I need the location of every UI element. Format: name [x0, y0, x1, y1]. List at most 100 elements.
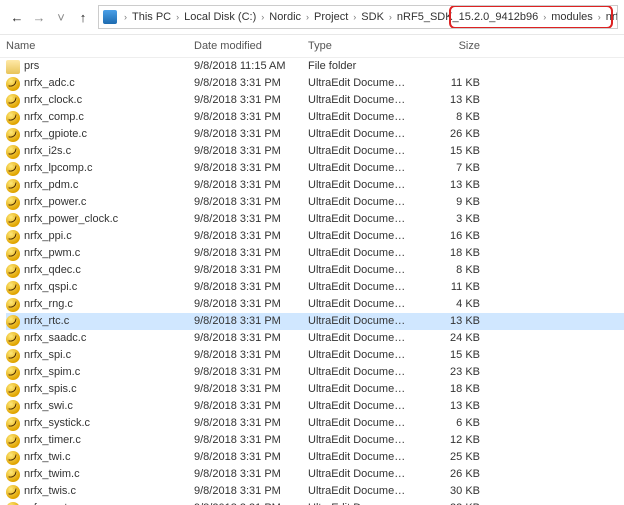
file-size-label: 13 KB: [420, 398, 480, 415]
file-icon: [6, 349, 20, 363]
header-date[interactable]: Date modified: [194, 40, 308, 52]
breadcrumb-segment[interactable]: nrfx: [604, 11, 618, 23]
file-name-label: nrfx_systick.c: [24, 415, 90, 432]
file-row[interactable]: nrfx_pwm.c9/8/2018 3:31 PMUltraEdit Docu…: [6, 245, 624, 262]
file-row[interactable]: nrfx_twis.c9/8/2018 3:31 PMUltraEdit Doc…: [6, 483, 624, 500]
file-name-label: nrfx_spi.c: [24, 347, 71, 364]
file-date-label: 9/8/2018 3:31 PM: [194, 160, 308, 177]
breadcrumb-segment[interactable]: SDK: [359, 11, 386, 23]
file-row[interactable]: nrfx_lpcomp.c9/8/2018 3:31 PMUltraEdit D…: [6, 160, 624, 177]
file-size-label: 26 KB: [420, 466, 480, 483]
file-row[interactable]: nrfx_timer.c9/8/2018 3:31 PMUltraEdit Do…: [6, 432, 624, 449]
file-name-label: nrfx_spis.c: [24, 381, 77, 398]
file-name-label: nrfx_ppi.c: [24, 228, 72, 245]
header-type[interactable]: Type: [308, 40, 420, 52]
file-row[interactable]: nrfx_rng.c9/8/2018 3:31 PMUltraEdit Docu…: [6, 296, 624, 313]
file-row[interactable]: nrfx_power.c9/8/2018 3:31 PMUltraEdit Do…: [6, 194, 624, 211]
file-icon: [6, 298, 20, 312]
file-row[interactable]: nrfx_twi.c9/8/2018 3:31 PMUltraEdit Docu…: [6, 449, 624, 466]
file-row[interactable]: nrfx_adc.c9/8/2018 3:31 PMUltraEdit Docu…: [6, 75, 624, 92]
file-size-label: 25 KB: [420, 449, 480, 466]
breadcrumb-segment[interactable]: This PC: [130, 11, 173, 23]
file-row[interactable]: nrfx_rtc.c9/8/2018 3:31 PMUltraEdit Docu…: [6, 313, 624, 330]
chevron-right-icon[interactable]: ›: [258, 12, 267, 22]
file-icon: [6, 366, 20, 380]
file-type-label: UltraEdit Docume…: [308, 364, 420, 381]
file-row[interactable]: nrfx_qdec.c9/8/2018 3:31 PMUltraEdit Doc…: [6, 262, 624, 279]
file-date-label: 9/8/2018 3:31 PM: [194, 330, 308, 347]
file-size-label: 11 KB: [420, 75, 480, 92]
file-type-label: UltraEdit Docume…: [308, 466, 420, 483]
nav-forward-button[interactable]: →: [28, 6, 50, 28]
file-icon: [6, 162, 20, 176]
header-name[interactable]: Name: [6, 40, 194, 52]
file-row[interactable]: nrfx_clock.c9/8/2018 3:31 PMUltraEdit Do…: [6, 92, 624, 109]
chevron-right-icon[interactable]: ›: [121, 12, 130, 22]
breadcrumb-segment[interactable]: Nordic: [267, 11, 303, 23]
file-row[interactable]: nrfx_spi.c 9/8/2018 3:31 PMUltraEdit Docu…: [6, 347, 624, 364]
chevron-right-icon[interactable]: ›: [386, 12, 395, 22]
file-row[interactable]: nrfx_swi.c9/8/2018 3:31 PMUltraEdit Docu…: [6, 398, 624, 415]
file-name-label: nrfx_qdec.c: [24, 262, 81, 279]
file-date-label: 9/8/2018 3:31 PM: [194, 296, 308, 313]
file-type-label: UltraEdit Docume…: [308, 194, 420, 211]
file-icon: [6, 111, 20, 125]
file-type-label: UltraEdit Docume…: [308, 177, 420, 194]
file-row[interactable]: nrfx_gpiote.c9/8/2018 3:31 PMUltraEdit D…: [6, 126, 624, 143]
file-row[interactable]: nrfx_spim.c9/8/2018 3:31 PMUltraEdit Doc…: [6, 364, 624, 381]
nav-dropdown-icon[interactable]: ˅: [50, 6, 72, 28]
file-row[interactable]: nrfx_systick.c9/8/2018 3:31 PMUltraEdit …: [6, 415, 624, 432]
file-type-label: UltraEdit Docume…: [308, 143, 420, 160]
breadcrumb-segment[interactable]: Local Disk (C:): [182, 11, 258, 23]
folder-icon: [6, 60, 20, 74]
file-type-label: UltraEdit Docume…: [308, 415, 420, 432]
file-row[interactable]: nrfx_comp.c9/8/2018 3:31 PMUltraEdit Doc…: [6, 109, 624, 126]
file-row[interactable]: nrfx_uart.c9/8/2018 3:31 PMUltraEdit Doc…: [6, 500, 624, 505]
file-size-label: 18 KB: [420, 245, 480, 262]
file-size-label: 8 KB: [420, 262, 480, 279]
file-row[interactable]: nrfx_saadc.c9/8/2018 3:31 PMUltraEdit Do…: [6, 330, 624, 347]
breadcrumb[interactable]: › This PC›Local Disk (C:)›Nordic›Project…: [98, 5, 618, 29]
file-row[interactable]: nrfx_qspi.c9/8/2018 3:31 PMUltraEdit Doc…: [6, 279, 624, 296]
file-row[interactable]: nrfx_ppi.c9/8/2018 3:31 PMUltraEdit Docu…: [6, 228, 624, 245]
chevron-right-icon[interactable]: ›: [303, 12, 312, 22]
file-name-label: nrfx_spim.c: [24, 364, 80, 381]
file-type-label: UltraEdit Docume…: [308, 347, 420, 364]
nav-up-button[interactable]: ↑: [72, 6, 94, 28]
chevron-right-icon[interactable]: ›: [595, 12, 604, 22]
file-type-label: UltraEdit Docume…: [308, 330, 420, 347]
file-icon: [6, 502, 20, 505]
file-name-label: nrfx_twim.c: [24, 466, 80, 483]
chevron-right-icon[interactable]: ›: [540, 12, 549, 22]
file-row[interactable]: nrfx_pdm.c9/8/2018 3:31 PMUltraEdit Docu…: [6, 177, 624, 194]
chevron-right-icon[interactable]: ›: [350, 12, 359, 22]
breadcrumb-segment[interactable]: modules: [549, 11, 595, 23]
file-date-label: 9/8/2018 3:31 PM: [194, 466, 308, 483]
breadcrumb-segment[interactable]: Project: [312, 11, 350, 23]
file-size-label: 13 KB: [420, 177, 480, 194]
chevron-right-icon[interactable]: ›: [173, 12, 182, 22]
file-date-label: 9/8/2018 3:31 PM: [194, 432, 308, 449]
file-icon: [6, 94, 20, 108]
file-type-label: UltraEdit Docume…: [308, 500, 420, 505]
file-type-label: UltraEdit Docume…: [308, 245, 420, 262]
file-list[interactable]: prs9/8/2018 11:15 AMFile foldernrfx_adc.…: [0, 58, 624, 505]
file-size-label: 16 KB: [420, 228, 480, 245]
file-row[interactable]: nrfx_power_clock.c9/8/2018 3:31 PMUltraE…: [6, 211, 624, 228]
file-icon: [6, 230, 20, 244]
file-type-label: UltraEdit Docume…: [308, 160, 420, 177]
nav-back-button[interactable]: ←: [6, 6, 28, 28]
file-row[interactable]: nrfx_twim.c 9/8/2018 3:31 PMUltraEdit Doc…: [6, 466, 624, 483]
file-name-label: nrfx_qspi.c: [24, 279, 77, 296]
file-row[interactable]: nrfx_spis.c9/8/2018 3:31 PMUltraEdit Doc…: [6, 381, 624, 398]
file-date-label: 9/8/2018 3:31 PM: [194, 500, 308, 505]
file-type-label: UltraEdit Docume…: [308, 126, 420, 143]
breadcrumb-segment[interactable]: nRF5_SDK_15.2.0_9412b96: [395, 11, 540, 23]
header-size[interactable]: Size: [420, 40, 480, 52]
file-icon: [6, 264, 20, 278]
file-date-label: 9/8/2018 3:31 PM: [194, 347, 308, 364]
file-row[interactable]: nrfx_i2s.c9/8/2018 3:31 PMUltraEdit Docu…: [6, 143, 624, 160]
folder-row[interactable]: prs9/8/2018 11:15 AMFile folder: [6, 58, 624, 75]
file-icon: [6, 179, 20, 193]
file-icon: [6, 332, 20, 346]
